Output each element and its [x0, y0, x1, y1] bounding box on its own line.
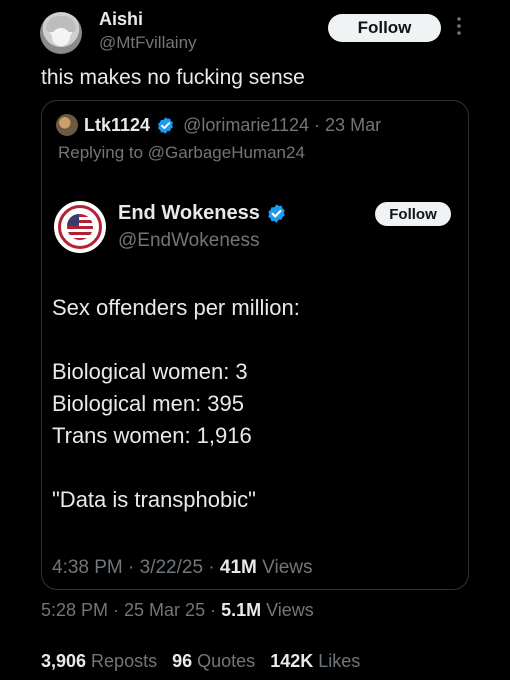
author-name[interactable]: Aishi: [99, 9, 143, 30]
avatar-face-shape: [52, 28, 70, 46]
replying-to-line: Replying to @GarbageHuman24: [58, 143, 305, 163]
inner-author-handle[interactable]: @EndWokeness: [118, 230, 259, 252]
inner-text-spacer: [52, 324, 300, 356]
tweet-header: Aishi @MtFvillainy Follow: [0, 0, 510, 62]
inner-text-line: Sex offenders per million:: [52, 295, 300, 320]
tweet-meta: 5:28 PM · 25 Mar 25 · 5.1M Views: [41, 600, 314, 621]
inner-follow-button[interactable]: Follow: [375, 202, 451, 226]
inner-text-line: Biological women: 3: [52, 359, 248, 384]
tweet-views-count: 5.1M: [221, 600, 262, 620]
author-avatar[interactable]: [40, 12, 82, 54]
quoted-author-handle[interactable]: @lorimarie1124 · 23 Mar: [183, 115, 381, 136]
quoted-author-avatar[interactable]: [56, 114, 78, 136]
inner-author-name[interactable]: End Wokeness: [118, 202, 260, 225]
tweet-stats: 3,906 Reposts 96 Quotes 142K Likes: [41, 651, 370, 672]
likes-label: Likes: [313, 651, 361, 671]
inner-text-line: Trans women: 1,916: [52, 423, 252, 448]
verified-badge-icon: [158, 116, 174, 134]
inner-tweet-meta: 4:38 PM · 3/22/25 · 41M Views: [52, 557, 313, 579]
likes-count: 142K: [270, 651, 314, 671]
inner-text-spacer: [52, 452, 300, 484]
inner-text-line: "Data is transphobic": [52, 487, 256, 512]
reposts-stat[interactable]: 3,906 Reposts: [41, 651, 157, 671]
tweet-timestamp[interactable]: 5:28 PM · 25 Mar 25 ·: [41, 600, 221, 620]
replying-mention-link[interactable]: @GarbageHuman24: [148, 143, 305, 162]
reposts-count: 3,906: [41, 651, 87, 671]
follow-button[interactable]: Follow: [328, 14, 441, 42]
author-handle[interactable]: @MtFvillainy: [99, 33, 197, 53]
tweet-text: this makes no fucking sense: [41, 66, 305, 89]
inner-timestamp[interactable]: 4:38 PM · 3/22/25 ·: [52, 557, 220, 578]
likes-stat[interactable]: 142K Likes: [270, 651, 360, 671]
inner-text-line: Biological men: 395: [52, 391, 245, 416]
inner-author-name-row[interactable]: End Wokeness: [118, 202, 287, 225]
quoted-author-row: Ltk1124 @lorimarie1124 · 23 Mar: [56, 114, 381, 136]
quotes-label: Quotes: [192, 651, 256, 671]
quotes-count: 96: [172, 651, 193, 671]
replying-prefix: Replying to: [58, 143, 148, 162]
reposts-label: Reposts: [86, 651, 158, 671]
more-vertical-icon: [457, 17, 461, 35]
inner-tweet-text: Sex offenders per million: Biological wo…: [52, 292, 300, 516]
inner-views-label: Views: [256, 557, 313, 578]
inner-author-avatar[interactable]: [54, 201, 106, 253]
quotes-stat[interactable]: 96 Quotes: [172, 651, 255, 671]
quoted-tweet-card[interactable]: Ltk1124 @lorimarie1124 · 23 Mar Replying…: [41, 100, 469, 590]
quoted-author-name[interactable]: Ltk1124: [84, 115, 150, 136]
inner-views-count: 41M: [219, 557, 257, 578]
verified-badge-icon: [268, 204, 285, 223]
more-options-icon[interactable]: [452, 16, 466, 40]
tweet-views-label: Views: [261, 600, 314, 620]
